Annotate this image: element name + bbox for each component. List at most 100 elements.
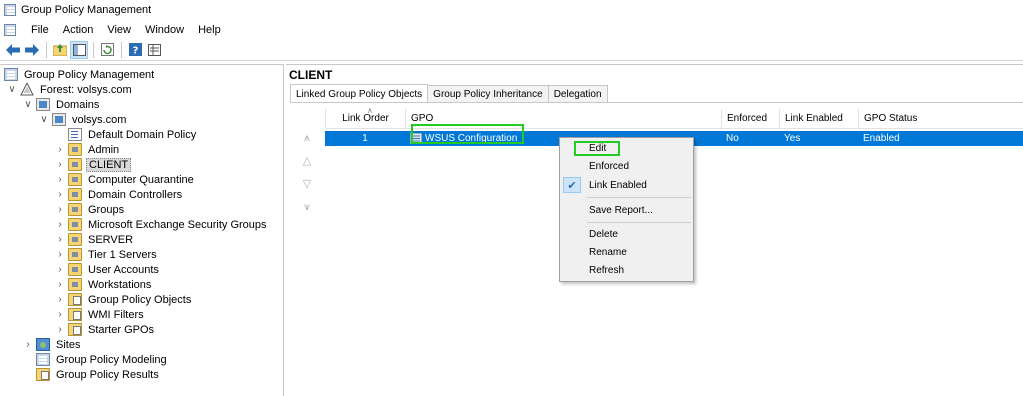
- menu-item-link-enabled[interactable]: ✔ Link Enabled: [560, 176, 693, 194]
- move-bottom-icon[interactable]: ⩛: [300, 200, 314, 214]
- tree-item-root[interactable]: Group Policy Management: [4, 67, 156, 82]
- ou-icon: [68, 233, 82, 246]
- tree-item-label: Admin: [88, 143, 120, 156]
- tree-item-label: Groups: [88, 203, 125, 216]
- tab-delegation[interactable]: Delegation: [547, 85, 608, 103]
- forward-icon[interactable]: [23, 41, 41, 59]
- tree-item-label: Domain Controllers: [88, 188, 183, 201]
- chevron-right-icon[interactable]: ›: [54, 204, 66, 216]
- chevron-right-icon[interactable]: ›: [54, 249, 66, 261]
- menu-item-delete[interactable]: Delete: [560, 225, 693, 243]
- chevron-right-icon[interactable]: ›: [54, 189, 66, 201]
- show-hide-tree-icon[interactable]: [70, 40, 88, 59]
- tree-item-sites[interactable]: › Sites: [22, 337, 82, 352]
- ou-icon: [68, 203, 82, 216]
- tree-item-label: SERVER: [88, 233, 134, 246]
- tree-item-domain[interactable]: ∨ volsys.com: [38, 112, 128, 127]
- tab-inheritance[interactable]: Group Policy Inheritance: [427, 85, 549, 103]
- move-down-icon[interactable]: ▽: [300, 177, 314, 191]
- column-link-order[interactable]: Link Order: [325, 108, 405, 129]
- menu-item-enforced[interactable]: Enforced: [560, 157, 693, 175]
- menu-window[interactable]: Window: [138, 24, 191, 36]
- tree-item-domains[interactable]: ∨ Domains: [22, 97, 101, 112]
- chevron-right-icon[interactable]: ›: [54, 309, 66, 321]
- ou-icon: [68, 158, 82, 171]
- tree-item-computer-quarantine[interactable]: › Computer Quarantine: [54, 172, 196, 187]
- menu-view[interactable]: View: [100, 24, 138, 36]
- tree-item-tier1-servers[interactable]: › Tier 1 Servers: [54, 247, 159, 262]
- gpmc-icon: [4, 4, 16, 16]
- tree-item-wmi-filters[interactable]: › WMI Filters: [54, 307, 146, 322]
- tree-item-label: Forest: volsys.com: [40, 83, 132, 96]
- chevron-right-icon[interactable]: ›: [54, 159, 66, 171]
- tree-item-forest[interactable]: ∨ Forest: volsys.com: [6, 81, 134, 97]
- toolbar-separator: [46, 41, 47, 58]
- chevron-right-icon[interactable]: ›: [54, 294, 66, 306]
- back-icon[interactable]: [4, 41, 22, 59]
- tree-item-client[interactable]: › CLIENT: [54, 157, 132, 172]
- up-folder-icon[interactable]: [51, 41, 69, 59]
- tree-item-server[interactable]: › SERVER: [54, 232, 135, 247]
- tree-item-label: Workstations: [88, 278, 152, 291]
- system-menu-icon[interactable]: [4, 23, 16, 36]
- cell-gpo-status: Enabled: [863, 133, 900, 144]
- tree-item-group-policy-objects[interactable]: › Group Policy Objects: [54, 292, 193, 307]
- refresh-icon[interactable]: [98, 41, 116, 59]
- tab-linked-gpos[interactable]: Linked Group Policy Objects: [290, 84, 429, 103]
- gpmc-icon: [4, 68, 18, 81]
- checkmark-icon: ✔: [563, 177, 581, 193]
- menu-action[interactable]: Action: [56, 24, 101, 36]
- tree-item-label: Default Domain Policy: [88, 128, 197, 141]
- menu-item-rename[interactable]: Rename: [560, 243, 693, 261]
- column-link-enabled[interactable]: Link Enabled: [779, 108, 858, 129]
- forest-icon: [20, 81, 34, 96]
- tree-item-modeling[interactable]: Group Policy Modeling: [36, 352, 169, 367]
- tree-item-workstations[interactable]: › Workstations: [54, 277, 153, 292]
- ou-icon: [68, 188, 82, 201]
- tree-item-groups[interactable]: › Groups: [54, 202, 126, 217]
- chevron-right-icon[interactable]: ›: [54, 234, 66, 246]
- move-up-icon[interactable]: △: [300, 154, 314, 168]
- tree-item-results[interactable]: Group Policy Results: [36, 367, 161, 382]
- menu-separator: [587, 197, 691, 198]
- chevron-down-icon[interactable]: ∨: [38, 114, 50, 126]
- menu-separator: [587, 222, 691, 223]
- menu-item-refresh[interactable]: Refresh: [560, 261, 693, 279]
- tree-item-user-accounts[interactable]: › User Accounts: [54, 262, 161, 277]
- chevron-right-icon[interactable]: ›: [54, 324, 66, 336]
- results-icon: [36, 368, 50, 381]
- chevron-right-icon[interactable]: ›: [54, 144, 66, 156]
- console-tree[interactable]: Group Policy Management ∨ Forest: volsys…: [0, 64, 284, 396]
- chevron-down-icon[interactable]: ∨: [22, 99, 34, 111]
- chevron-right-icon[interactable]: ›: [22, 339, 34, 351]
- tree-item-label: Group Policy Management: [24, 68, 155, 81]
- chevron-right-icon[interactable]: ›: [54, 264, 66, 276]
- tree-item-label: volsys.com: [72, 113, 127, 126]
- ou-icon: [68, 218, 82, 231]
- ou-icon: [68, 278, 82, 291]
- tab-strip: Linked Group Policy Objects Group Policy…: [290, 84, 608, 103]
- chevron-down-icon[interactable]: ∨: [6, 84, 18, 96]
- properties-icon[interactable]: [145, 41, 163, 59]
- tree-item-label: Microsoft Exchange Security Groups: [88, 218, 267, 231]
- chevron-right-icon[interactable]: ›: [54, 219, 66, 231]
- move-top-icon[interactable]: ⩚: [300, 131, 314, 145]
- tree-item-exchange-security-groups[interactable]: › Microsoft Exchange Security Groups: [54, 217, 269, 232]
- menu-file[interactable]: File: [24, 24, 56, 36]
- help-icon[interactable]: ?: [126, 41, 144, 59]
- gpo-link-icon: [68, 128, 82, 141]
- tree-item-domain-controllers[interactable]: › Domain Controllers: [54, 187, 184, 202]
- tree-item-label: Sites: [56, 338, 81, 351]
- menu-help[interactable]: Help: [191, 24, 228, 36]
- tree-item-default-domain-policy[interactable]: Default Domain Policy: [68, 127, 198, 142]
- window-title: Group Policy Management: [21, 4, 152, 16]
- gpo-folder-icon: [68, 293, 82, 306]
- menu-item-save-report[interactable]: Save Report...: [560, 201, 693, 219]
- tree-item-starter-gpos[interactable]: › Starter GPOs: [54, 322, 156, 337]
- column-enforced[interactable]: Enforced: [721, 108, 779, 129]
- chevron-right-icon[interactable]: ›: [54, 174, 66, 186]
- toolbar-separator: [93, 41, 94, 58]
- chevron-right-icon[interactable]: ›: [54, 279, 66, 291]
- tree-item-admin[interactable]: › Admin: [54, 142, 121, 157]
- column-gpo-status[interactable]: GPO Status: [858, 108, 1023, 129]
